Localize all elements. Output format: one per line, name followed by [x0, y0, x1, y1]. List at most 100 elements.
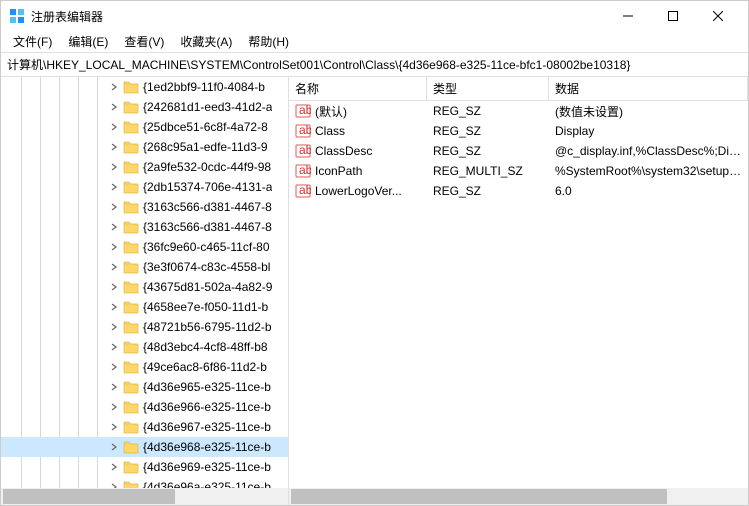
tree-item[interactable]: {268c95a1-edfe-11d3-9 — [1, 137, 288, 157]
app-icon — [9, 8, 25, 24]
close-button[interactable] — [695, 1, 740, 31]
expand-icon[interactable] — [107, 120, 121, 134]
expand-icon[interactable] — [107, 220, 121, 234]
tree-item-label: {4d36e969-e325-11ce-b — [143, 460, 271, 474]
svg-text:ab: ab — [299, 183, 311, 197]
col-header-name[interactable]: 名称 — [289, 77, 427, 100]
tree-item[interactable]: {4d36e967-e325-11ce-b — [1, 417, 288, 437]
list-h-scrollbar[interactable] — [289, 488, 748, 505]
tree-item-label: {4d36e965-e325-11ce-b — [143, 380, 271, 394]
tree-h-scrollbar[interactable] — [1, 488, 288, 505]
string-value-icon: ab — [295, 103, 311, 119]
tree-body[interactable]: {1ed2bbf9-11f0-4084-b{242681d1-eed3-41d2… — [1, 77, 288, 488]
tree-item-label: {2db15374-706e-4131-a — [143, 180, 272, 194]
svg-text:ab: ab — [299, 123, 311, 137]
col-header-data[interactable]: 数据 — [549, 77, 748, 100]
maximize-button[interactable] — [650, 1, 695, 31]
expand-icon[interactable] — [107, 280, 121, 294]
tree-item[interactable]: {2a9fe532-0cdc-44f9-98 — [1, 157, 288, 177]
tree-item[interactable]: {4658ee7e-f050-11d1-b — [1, 297, 288, 317]
list-row[interactable]: abIconPathREG_MULTI_SZ%SystemRoot%\syste… — [289, 161, 748, 181]
expand-icon[interactable] — [107, 240, 121, 254]
list-body[interactable]: ab(默认)REG_SZ(数值未设置)abClassREG_SZDisplaya… — [289, 101, 748, 488]
tree-item[interactable]: {48d3ebc4-4cf8-48ff-b8 — [1, 337, 288, 357]
folder-icon — [123, 400, 139, 414]
expand-icon[interactable] — [107, 400, 121, 414]
tree-pane: {1ed2bbf9-11f0-4084-b{242681d1-eed3-41d2… — [1, 77, 289, 505]
menu-view[interactable]: 查看(V) — [116, 31, 172, 52]
col-header-type[interactable]: 类型 — [427, 77, 549, 100]
tree-item-label: {4d36e96a-e325-11ce-b — [143, 480, 271, 488]
expand-icon[interactable] — [107, 380, 121, 394]
cell-type: REG_SZ — [427, 124, 549, 138]
scrollbar-thumb[interactable] — [291, 489, 667, 504]
menu-file[interactable]: 文件(F) — [5, 31, 60, 52]
string-value-icon: ab — [295, 123, 311, 139]
tree-item[interactable]: {25dbce51-6c8f-4a72-8 — [1, 117, 288, 137]
tree-item-label: {4d36e966-e325-11ce-b — [143, 400, 271, 414]
list-pane: 名称 类型 数据 ab(默认)REG_SZ(数值未设置)abClassREG_S… — [289, 77, 748, 505]
minimize-button[interactable] — [605, 1, 650, 31]
expand-icon[interactable] — [107, 460, 121, 474]
tree-item[interactable]: {4d36e969-e325-11ce-b — [1, 457, 288, 477]
expand-icon[interactable] — [107, 140, 121, 154]
cell-type: REG_SZ — [427, 104, 549, 118]
list-row[interactable]: abClassREG_SZDisplay — [289, 121, 748, 141]
tree-item[interactable]: {3e3f0674-c83c-4558-bl — [1, 257, 288, 277]
folder-icon — [123, 460, 139, 474]
cell-name: abLowerLogoVer... — [289, 183, 427, 199]
expand-icon[interactable] — [107, 480, 121, 488]
tree-item[interactable]: {3163c566-d381-4467-8 — [1, 217, 288, 237]
tree-item[interactable]: {4d36e966-e325-11ce-b — [1, 397, 288, 417]
cell-data: %SystemRoot%\system32\setupapi — [549, 164, 748, 178]
tree-item[interactable]: {242681d1-eed3-41d2-a — [1, 97, 288, 117]
scrollbar-thumb[interactable] — [3, 489, 175, 504]
folder-icon — [123, 100, 139, 114]
expand-icon[interactable] — [107, 320, 121, 334]
tree-item-label: {48d3ebc4-4cf8-48ff-b8 — [143, 340, 268, 354]
expand-icon[interactable] — [107, 180, 121, 194]
tree-item[interactable]: {36fc9e60-c465-11cf-80 — [1, 237, 288, 257]
expand-icon[interactable] — [107, 340, 121, 354]
folder-icon — [123, 300, 139, 314]
tree-item[interactable]: {3163c566-d381-4467-8 — [1, 197, 288, 217]
cell-data: Display — [549, 124, 748, 138]
tree-item[interactable]: {4d36e968-e325-11ce-b — [1, 437, 288, 457]
folder-icon — [123, 120, 139, 134]
expand-icon[interactable] — [107, 80, 121, 94]
cell-name: abClassDesc — [289, 143, 427, 159]
title-bar: 注册表编辑器 — [1, 1, 748, 31]
expand-icon[interactable] — [107, 360, 121, 374]
tree-item[interactable]: {2db15374-706e-4131-a — [1, 177, 288, 197]
tree-item[interactable]: {43675d81-502a-4a82-9 — [1, 277, 288, 297]
tree-item[interactable]: {49ce6ac8-6f86-11d2-b — [1, 357, 288, 377]
list-row[interactable]: ab(默认)REG_SZ(数值未设置) — [289, 101, 748, 121]
expand-icon[interactable] — [107, 300, 121, 314]
tree-item[interactable]: {48721b56-6795-11d2-b — [1, 317, 288, 337]
list-row[interactable]: abLowerLogoVer...REG_SZ6.0 — [289, 181, 748, 201]
svg-text:ab: ab — [299, 103, 311, 117]
folder-icon — [123, 420, 139, 434]
tree-item[interactable]: {4d36e96a-e325-11ce-b — [1, 477, 288, 488]
folder-icon — [123, 240, 139, 254]
expand-icon[interactable] — [107, 260, 121, 274]
address-bar[interactable]: 计算机\HKEY_LOCAL_MACHINE\SYSTEM\ControlSet… — [1, 53, 748, 77]
expand-icon[interactable] — [107, 420, 121, 434]
tree-item-label: {4d36e968-e325-11ce-b — [143, 440, 271, 454]
menu-edit[interactable]: 编辑(E) — [60, 31, 116, 52]
menu-favorites[interactable]: 收藏夹(A) — [172, 31, 240, 52]
expand-icon[interactable] — [107, 160, 121, 174]
expand-icon[interactable] — [107, 200, 121, 214]
tree-item-label: {43675d81-502a-4a82-9 — [143, 280, 272, 294]
svg-text:ab: ab — [299, 163, 311, 177]
window-controls — [605, 1, 740, 31]
tree-item-label: {2a9fe532-0cdc-44f9-98 — [143, 160, 271, 174]
tree-item[interactable]: {4d36e965-e325-11ce-b — [1, 377, 288, 397]
list-row[interactable]: abClassDescREG_SZ@c_display.inf,%ClassDe… — [289, 141, 748, 161]
menu-help[interactable]: 帮助(H) — [240, 31, 297, 52]
expand-icon[interactable] — [107, 440, 121, 454]
expand-icon[interactable] — [107, 100, 121, 114]
tree-item[interactable]: {1ed2bbf9-11f0-4084-b — [1, 77, 288, 97]
cell-type: REG_MULTI_SZ — [427, 164, 549, 178]
tree-item-label: {4658ee7e-f050-11d1-b — [143, 300, 268, 314]
